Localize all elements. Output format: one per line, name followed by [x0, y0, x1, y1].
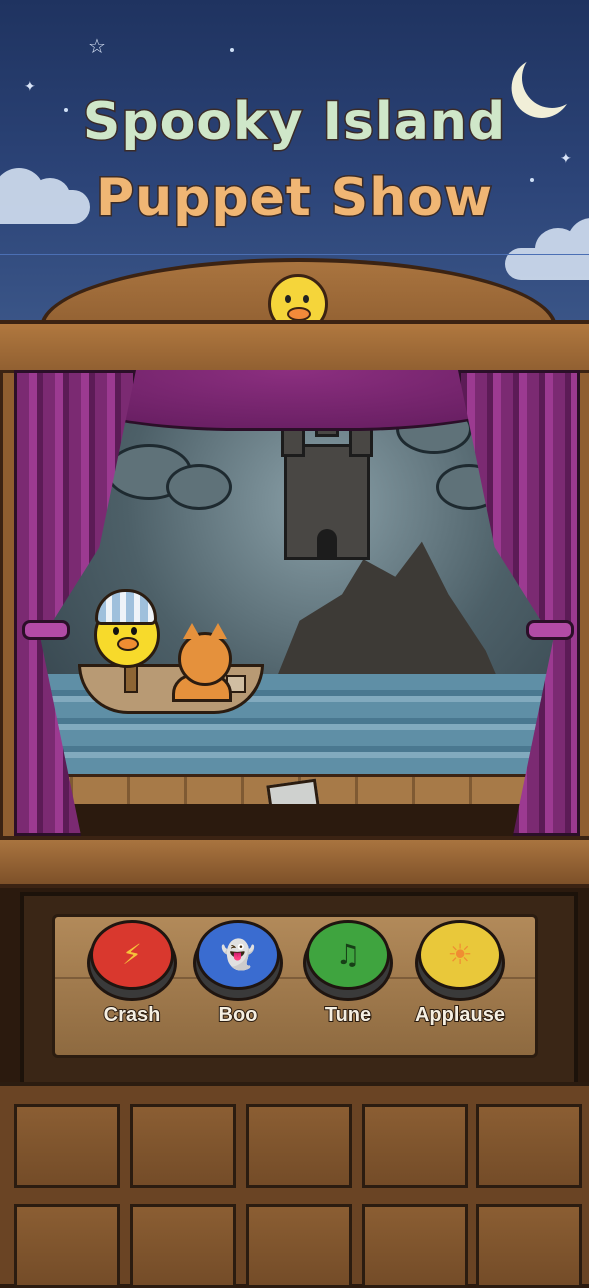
castle — [279, 374, 373, 560]
star-icon: ☆ — [88, 34, 106, 58]
eye — [113, 627, 119, 635]
divider — [0, 254, 589, 255]
applause-button[interactable]: ☀ Applause — [412, 920, 508, 1027]
rowboat — [78, 664, 264, 714]
lightning-icon: ⚡ — [122, 938, 142, 971]
cabinet-panel — [476, 1204, 582, 1288]
cabinet-panel — [246, 1104, 352, 1188]
cabinet-panel — [14, 1204, 120, 1288]
tune-label: Tune — [324, 1003, 372, 1027]
castle-door — [317, 529, 337, 557]
cat-puppet[interactable] — [178, 623, 232, 686]
swirl-cloud — [166, 464, 232, 510]
tune-button[interactable]: ♫ Tune — [306, 920, 390, 1027]
cabinet-panel — [362, 1104, 468, 1188]
game-title-line-2: Puppet Show — [94, 167, 494, 230]
cabinet-panel — [476, 1104, 582, 1188]
eye — [285, 295, 291, 303]
sun-icon: ☀ — [447, 938, 473, 971]
crash-label: Crash — [103, 1003, 162, 1027]
cabinet-panel — [130, 1104, 236, 1188]
curtain-tieback-left — [22, 620, 70, 640]
lower-cabinet — [0, 1082, 589, 1288]
eye — [131, 627, 137, 635]
cabinet-panel — [246, 1204, 352, 1288]
cloud — [505, 218, 589, 280]
applause-label: Applause — [414, 1003, 506, 1027]
music-note-icon: ♫ — [335, 938, 361, 971]
curtain-tieback-right — [526, 620, 574, 640]
tune-button-cap[interactable]: ♫ — [306, 920, 390, 990]
ghost-icon: 👻 — [220, 938, 256, 971]
boo-button-cap[interactable]: 👻 — [196, 920, 280, 990]
boo-label: Boo — [218, 1003, 259, 1027]
sparkle-icon: ✦ — [560, 151, 572, 167]
boo-button[interactable]: 👻 Boo — [196, 920, 280, 1027]
duck-puppet[interactable] — [94, 589, 160, 668]
stage-bottom-beam — [0, 836, 589, 888]
beak — [287, 307, 311, 321]
applause-button-cap[interactable]: ☀ — [418, 920, 502, 990]
nightcap — [95, 589, 157, 625]
cabinet-panel — [362, 1204, 468, 1288]
crash-button-cap[interactable]: ⚡ — [90, 920, 174, 990]
crash-button[interactable]: ⚡ Crash — [90, 920, 174, 1027]
cabinet-panel — [130, 1204, 236, 1288]
cabinet-panel — [14, 1104, 120, 1188]
beak — [117, 637, 139, 651]
game-title-line-1: Spooky Island — [81, 91, 507, 154]
star-dot — [230, 48, 234, 52]
eye — [303, 295, 309, 303]
